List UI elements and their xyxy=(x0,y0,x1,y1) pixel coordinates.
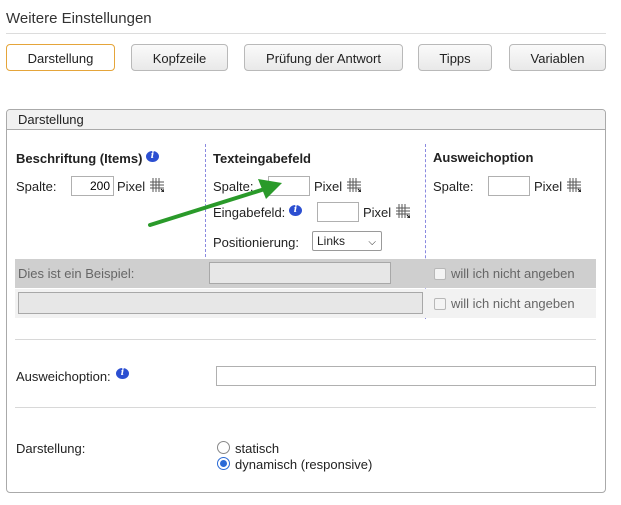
info-icon[interactable]: i xyxy=(289,205,302,216)
fallback-unit-label: Pixel xyxy=(534,179,563,194)
fallback-option-text-label: Ausweichoption: xyxy=(16,369,111,384)
fallback-column-label: Spalte: xyxy=(433,179,474,194)
text-field-heading: Texteingabefeld xyxy=(213,151,312,166)
info-icon[interactable]: i xyxy=(116,368,129,379)
positioning-value: Links xyxy=(317,234,346,248)
fallback-checkbox[interactable] xyxy=(434,298,446,310)
example-text: Dies ist ein Beispiel: xyxy=(18,266,135,281)
fallback-option-label: will ich nicht angeben xyxy=(451,266,575,281)
items-column-input[interactable] xyxy=(71,176,114,196)
preview-text-field xyxy=(209,262,391,284)
fallback-column-input[interactable] xyxy=(488,176,530,196)
tab-darstellung[interactable]: Darstellung xyxy=(6,44,115,71)
items-column-label: Spalte: xyxy=(16,179,57,194)
resize-icon[interactable] xyxy=(347,178,361,192)
info-icon[interactable]: i xyxy=(146,151,159,162)
panel-title: Darstellung xyxy=(18,112,84,127)
radio-dynamic[interactable] xyxy=(217,457,230,470)
radio-dynamic-label: dynamisch (responsive) xyxy=(235,457,373,472)
resize-icon[interactable] xyxy=(567,178,581,192)
tab-pruefung-der-antwort[interactable]: Prüfung der Antwort xyxy=(244,44,403,71)
preview-wide-text-field xyxy=(18,292,423,314)
input-field-unit-label: Pixel xyxy=(363,205,392,220)
section-divider xyxy=(15,407,596,408)
fallback-option-label: will ich nicht angeben xyxy=(451,296,575,311)
display-mode-label: Darstellung: xyxy=(16,441,86,456)
input-field-width-input[interactable] xyxy=(317,202,359,222)
title-divider xyxy=(6,33,606,34)
annotation-arrow-icon xyxy=(148,179,282,227)
panel-header xyxy=(7,110,605,130)
radio-static[interactable] xyxy=(217,441,230,454)
tab-kopfzeile[interactable]: Kopfzeile xyxy=(131,44,228,71)
tab-variablen[interactable]: Variablen xyxy=(509,44,606,71)
radio-static-label: statisch xyxy=(235,441,280,456)
items-heading: Beschriftung (Items) xyxy=(16,151,143,166)
fallback-option-input[interactable] xyxy=(216,366,596,386)
page-title: Weitere Einstellungen xyxy=(6,10,152,27)
text-field-unit-label: Pixel xyxy=(314,179,343,194)
tab-tipps[interactable]: Tipps xyxy=(418,44,492,71)
fallback-heading: Ausweichoption xyxy=(433,150,534,165)
section-divider xyxy=(15,339,596,340)
resize-icon[interactable] xyxy=(396,204,410,218)
chevron-down-icon: ⌵ xyxy=(368,237,376,248)
fallback-checkbox[interactable] xyxy=(434,268,446,280)
positioning-label: Positionierung: xyxy=(213,235,299,250)
positioning-select[interactable]: Links ⌵ xyxy=(312,231,382,251)
